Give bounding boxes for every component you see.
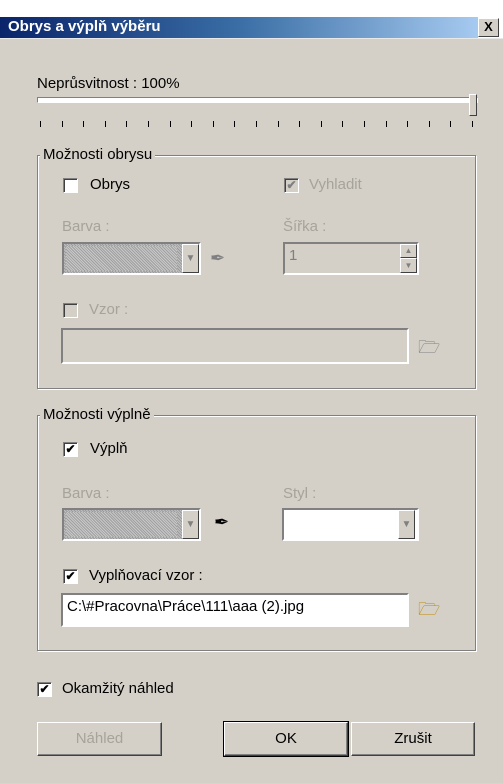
slider-tick xyxy=(364,121,365,127)
outline-width-label: Šířka : xyxy=(283,218,327,235)
slider-tick xyxy=(83,121,85,127)
opacity-slider-track[interactable] xyxy=(37,97,478,103)
check-mark-icon: ✔ xyxy=(39,682,50,696)
slider-tick xyxy=(342,121,344,127)
smooth-checkbox: ✔ xyxy=(284,178,299,193)
fill-pattern-checkbox[interactable]: ✔ xyxy=(63,569,78,584)
outline-options-legend: Možnosti obrysu xyxy=(40,146,156,163)
fill-options-legend: Možnosti výplně xyxy=(40,406,154,423)
slider-tick xyxy=(385,121,387,127)
eyedropper-icon[interactable]: ✒ xyxy=(214,512,229,533)
smooth-label: Vyhladit xyxy=(309,176,362,193)
fill-color-picker xyxy=(62,508,201,541)
slider-tick xyxy=(472,121,473,127)
opacity-label: Neprůsvitnost : 100% xyxy=(37,75,180,92)
open-folder-icon: 🗁 xyxy=(418,337,441,357)
close-button[interactable]: X xyxy=(478,18,499,37)
slider-tick xyxy=(299,121,301,127)
instant-preview-label: Okamžitý náhled xyxy=(62,680,174,697)
slider-tick xyxy=(407,121,409,127)
open-folder-icon[interactable]: 🗁 xyxy=(418,597,440,627)
chevron-down-icon: ▼ xyxy=(182,510,199,539)
fill-style-label: Styl : xyxy=(283,485,317,502)
outline-label: Obrys xyxy=(90,176,131,193)
outline-color-label: Barva : xyxy=(62,218,110,235)
fill-checkbox[interactable]: ✔ xyxy=(63,442,78,457)
slider-tick xyxy=(320,121,322,127)
pattern-label: Vzor : xyxy=(89,301,129,318)
chevron-down-icon: ▼ xyxy=(398,510,415,539)
slider-tick xyxy=(61,121,63,127)
spin-down-icon: ▼ xyxy=(400,258,417,273)
window-title: Obrys a výplň výběru xyxy=(8,18,161,35)
fill-color-label: Barva : xyxy=(62,485,110,502)
check-mark-icon: ✔ xyxy=(65,442,76,456)
slider-tick xyxy=(277,121,279,127)
check-mark-icon: ✔ xyxy=(65,569,76,583)
fill-pattern-label: Vyplňovací vzor : xyxy=(89,567,203,584)
outline-color-picker xyxy=(62,242,201,275)
slider-tick xyxy=(40,121,41,127)
check-mark-icon: ✔ xyxy=(286,178,297,192)
eyedropper-icon: ✒ xyxy=(210,248,226,268)
ok-button[interactable]: OK xyxy=(223,721,349,757)
pattern-path-field xyxy=(61,328,409,364)
outline-checkbox[interactable] xyxy=(63,178,78,193)
slider-tick xyxy=(148,121,149,127)
pattern-checkbox xyxy=(63,303,78,318)
slider-tick xyxy=(450,121,452,127)
slider-tick xyxy=(104,121,106,127)
fill-label: Výplň xyxy=(90,440,128,457)
chevron-down-icon: ▼ xyxy=(182,244,199,273)
cancel-button[interactable]: Zrušit xyxy=(351,722,475,756)
spin-up-icon: ▲ xyxy=(400,244,417,258)
slider-tick xyxy=(428,121,430,127)
outline-width-field: 1 xyxy=(283,242,419,275)
slider-tick xyxy=(191,121,193,127)
slider-tick xyxy=(234,121,236,127)
slider-tick xyxy=(126,121,128,127)
preview-button[interactable]: Náhled xyxy=(37,722,162,756)
opacity-slider-thumb[interactable] xyxy=(469,94,477,116)
instant-preview-checkbox[interactable]: ✔ xyxy=(37,682,52,697)
fill-pattern-path-field[interactable]: C:\#Pracovna\Práce\111\aaa (2).jpg xyxy=(61,593,409,627)
slider-tick xyxy=(169,121,171,127)
slider-tick xyxy=(212,121,214,127)
slider-tick xyxy=(256,121,257,127)
title-bar: Obrys a výplň výběru X xyxy=(0,0,503,39)
